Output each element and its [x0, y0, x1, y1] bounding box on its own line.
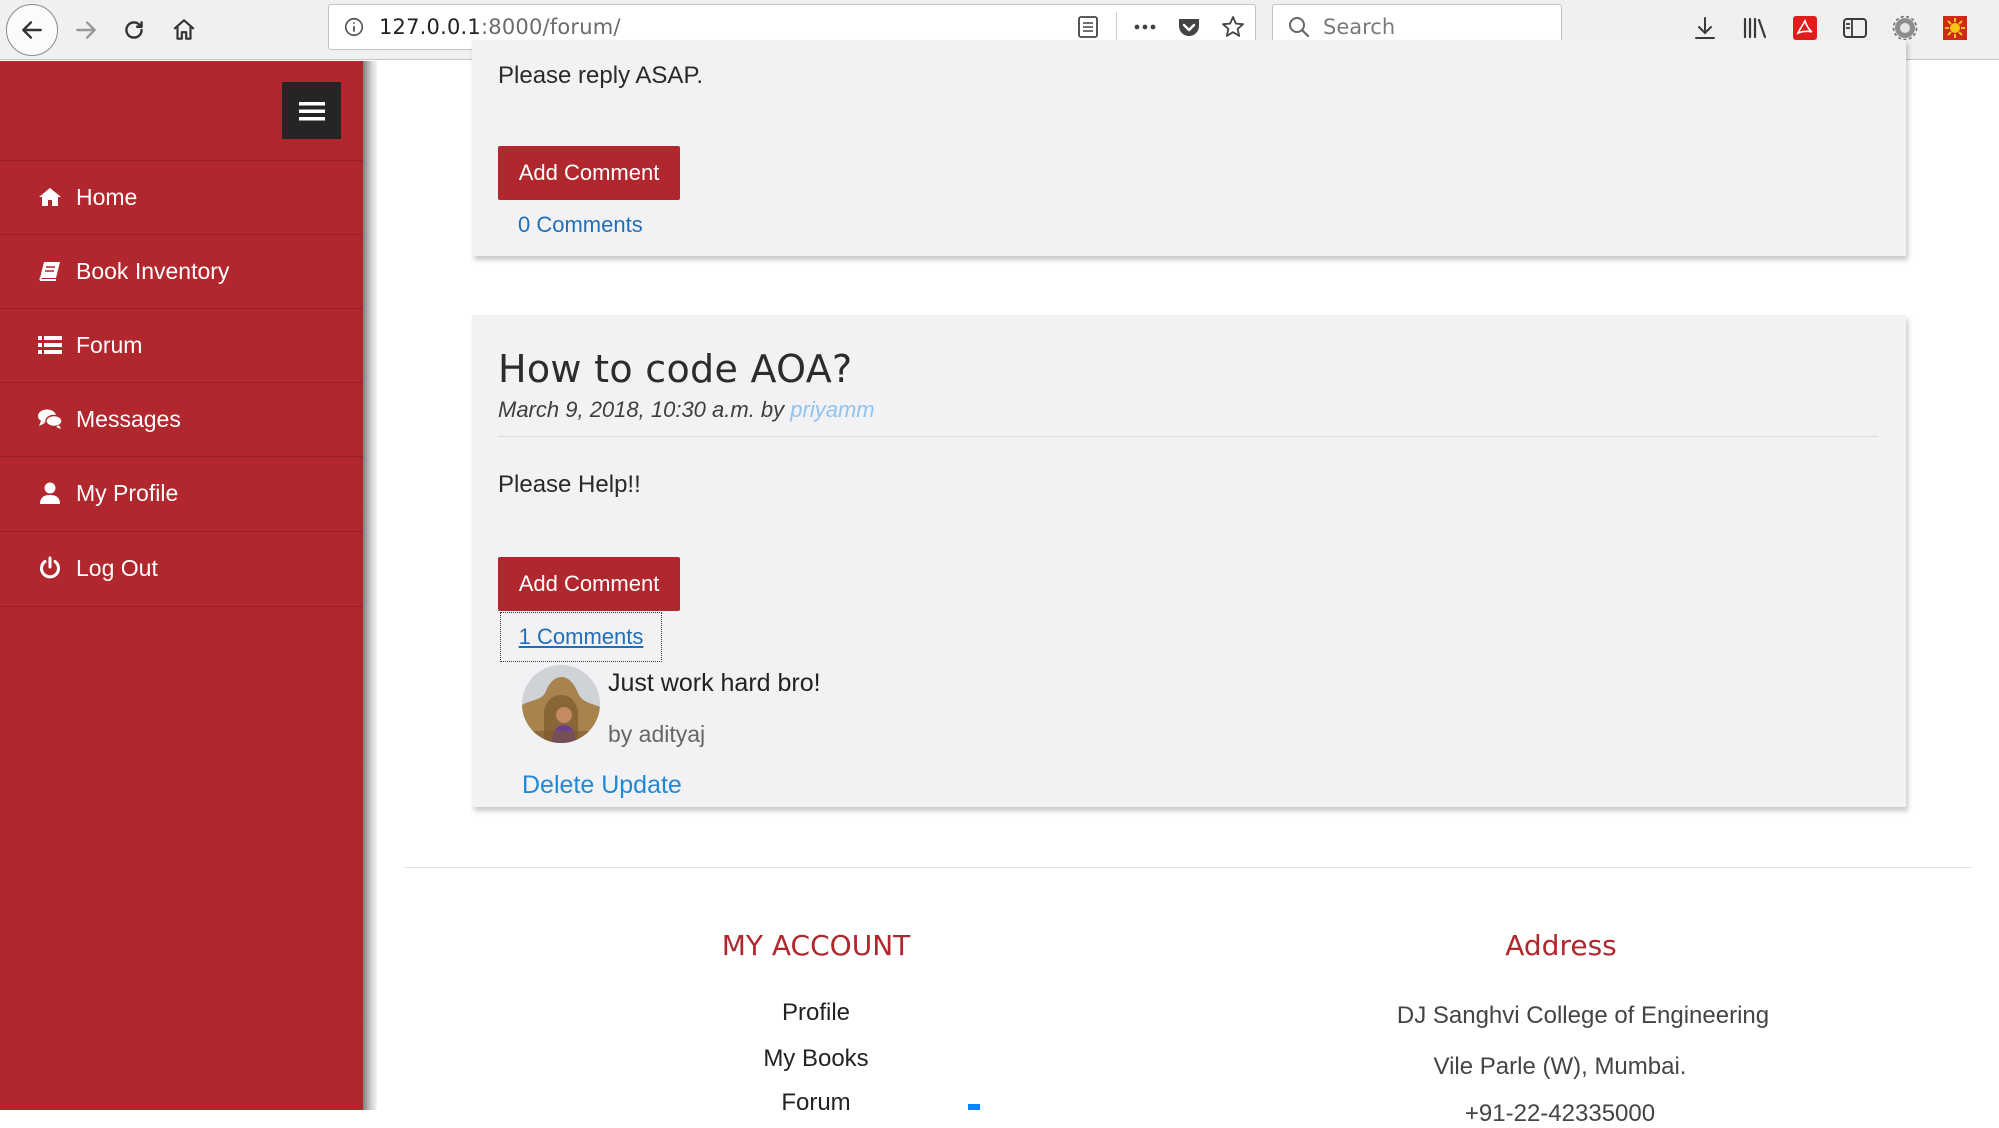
- commenter-avatar: [522, 665, 600, 743]
- footer-phone: +91-22-42335000: [1464, 1100, 1656, 1127]
- sidebar-shadow: [363, 61, 377, 1110]
- post-date: March 9, 2018, 10:30 a.m. by: [498, 397, 785, 422]
- power-icon: [36, 556, 64, 580]
- sidebar-divider: [0, 606, 363, 607]
- sidebar-item-label: My Profile: [76, 479, 179, 506]
- back-button[interactable]: [6, 4, 58, 56]
- hamburger-icon: [298, 101, 325, 120]
- arrow-left-icon: [22, 21, 42, 39]
- sidebar-item-label: Forum: [76, 331, 143, 358]
- sidebar-item-label: Book Inventory: [76, 257, 230, 284]
- sidebar-item-home[interactable]: Home: [0, 160, 363, 234]
- url-text[interactable]: 127.0.0.1:8000/forum/: [379, 15, 621, 39]
- search-icon: [1289, 17, 1310, 38]
- forum-post-card: How to code AOA? March 9, 2018, 10:30 a.…: [472, 315, 1906, 807]
- url-path: :8000/forum/: [481, 15, 621, 39]
- focus-indicator: [968, 1104, 980, 1110]
- footer-link-profile[interactable]: Profile: [666, 999, 966, 1027]
- list-icon: [36, 335, 64, 355]
- add-comment-button[interactable]: Add Comment: [498, 146, 680, 200]
- comments-icon: [36, 408, 64, 430]
- post-author-link[interactable]: priyamm: [790, 397, 874, 422]
- url-separator: [1116, 12, 1117, 42]
- user-icon: [36, 481, 64, 505]
- footer-account-heading: MY ACCOUNT: [721, 929, 911, 962]
- post-body: Please reply ASAP.: [498, 62, 704, 89]
- comment-author: by adityaj: [608, 721, 706, 747]
- info-icon[interactable]: [329, 16, 379, 38]
- forum-post-card: Please reply ASAP. Add Comment 0 Comment…: [472, 40, 1906, 256]
- reload-button[interactable]: [108, 4, 160, 56]
- extension-sun-icon[interactable]: [1930, 8, 1980, 48]
- delete-update-link[interactable]: Delete Update: [522, 771, 682, 800]
- sidebar-item-log-out[interactable]: Log Out: [0, 531, 363, 605]
- post-divider: [498, 436, 1878, 437]
- home-icon: [36, 186, 64, 208]
- post-body: Please Help!!: [498, 471, 641, 498]
- footer-address-heading: Address: [1505, 929, 1617, 962]
- sidebar-item-my-profile[interactable]: My Profile: [0, 456, 363, 530]
- sidebar-item-label: Home: [76, 183, 138, 210]
- footer-address-line: DJ Sanghvi College of Engineering: [1396, 1002, 1770, 1029]
- sidebar-item-label: Log Out: [76, 554, 158, 581]
- reload-icon: [125, 21, 143, 39]
- footer-link-forum[interactable]: Forum: [666, 1089, 966, 1117]
- add-comment-button[interactable]: Add Comment: [498, 557, 680, 611]
- footer-link-my-books[interactable]: My Books: [666, 1045, 966, 1073]
- comments-count-link[interactable]: 1 Comments: [500, 612, 662, 662]
- arrow-right-icon: [76, 21, 96, 39]
- home-button[interactable]: [158, 4, 210, 56]
- post-title: How to code AOA?: [498, 347, 853, 391]
- forward-button[interactable]: [60, 4, 112, 56]
- comments-count-link[interactable]: 0 Comments: [518, 212, 643, 238]
- menu-toggle-button[interactable]: [282, 82, 341, 139]
- search-placeholder: Search: [1323, 15, 1396, 39]
- url-host: 127.0.0.1: [379, 15, 481, 39]
- book-icon: [36, 260, 64, 282]
- comment-text: Just work hard bro!: [608, 669, 821, 697]
- footer-address-line: Vile Parle (W), Mumbai.: [1433, 1053, 1687, 1080]
- home-icon: [173, 19, 195, 40]
- sidebar-item-label: Messages: [76, 405, 181, 432]
- sidebar-item-forum[interactable]: Forum: [0, 308, 363, 382]
- footer-divider: [404, 867, 1972, 868]
- post-meta: March 9, 2018, 10:30 a.m. by priyamm: [498, 397, 875, 423]
- sidebar-item-book-inventory[interactable]: Book Inventory: [0, 234, 363, 308]
- sidebar-item-messages[interactable]: Messages: [0, 382, 363, 456]
